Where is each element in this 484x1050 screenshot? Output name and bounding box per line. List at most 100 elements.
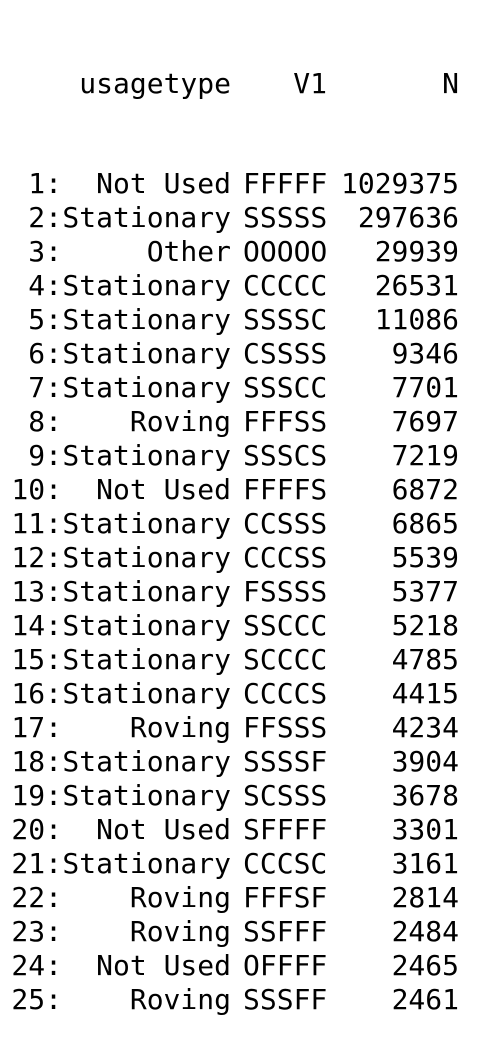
table-row: 20: Not Used SFFFF 3301 — [0, 813, 484, 847]
row-index: 24: — [11, 949, 62, 982]
row-index: 22: — [11, 881, 62, 914]
n-cell: 7697 — [391, 405, 459, 438]
v1-cell: SSSSS — [243, 201, 328, 234]
usagetype-cell: Stationary — [62, 371, 231, 404]
usagetype-cell: Stationary — [62, 269, 231, 302]
v1-cell: FFFFF — [243, 167, 328, 200]
v1-cell: OFFFF — [243, 949, 328, 982]
usagetype-cell: Not Used — [96, 813, 231, 846]
v1-cell: OOOOO — [243, 235, 328, 268]
column-header-v1: V1 — [293, 67, 327, 100]
v1-cell: CCCSC — [243, 847, 328, 880]
table-row: 21: Stationary CCCSC 3161 — [0, 847, 484, 881]
n-cell: 5539 — [391, 541, 459, 574]
v1-cell: SSSSF — [243, 745, 328, 778]
table-row: 23: Roving SSFFF 2484 — [0, 915, 484, 949]
console-output: usagetype V1 N 1: Not Used FFFFF 1029375 2: S… — [0, 0, 484, 1016]
table-row: 3: Other OOOOO 29939 — [0, 235, 484, 269]
n-cell: 29939 — [374, 235, 459, 268]
n-cell: 9346 — [391, 337, 459, 370]
row-index: 17: — [11, 711, 62, 744]
row-index: 21: — [11, 847, 62, 880]
usagetype-cell: Stationary — [62, 779, 231, 812]
v1-cell: SSSSC — [243, 303, 328, 336]
usagetype-cell: Stationary — [62, 575, 231, 608]
v1-cell: SSSCC — [243, 371, 328, 404]
usagetype-cell: Stationary — [62, 609, 231, 642]
usagetype-cell: Stationary — [62, 541, 231, 574]
usagetype-cell: Stationary — [62, 507, 231, 540]
usagetype-cell: Stationary — [62, 643, 231, 676]
v1-cell: CCCCS — [243, 677, 328, 710]
usagetype-cell: Stationary — [62, 847, 231, 880]
row-index: 20: — [11, 813, 62, 846]
row-index: 5: — [28, 303, 62, 336]
v1-cell: FSSSS — [243, 575, 328, 608]
usagetype-cell: Stationary — [62, 303, 231, 336]
n-cell: 5218 — [391, 609, 459, 642]
usagetype-cell: Roving — [129, 915, 231, 948]
row-index: 18: — [11, 745, 62, 778]
n-cell: 4785 — [391, 643, 459, 676]
n-cell: 4415 — [391, 677, 459, 710]
table-row: 5: Stationary SSSSC 11086 — [0, 303, 484, 337]
table-row: 13: Stationary FSSSS 5377 — [0, 575, 484, 609]
v1-cell: SCSSS — [243, 779, 328, 812]
row-index: 19: — [11, 779, 62, 812]
usagetype-cell: Not Used — [96, 167, 231, 200]
usagetype-cell: Not Used — [96, 473, 231, 506]
n-cell: 6872 — [391, 473, 459, 506]
v1-cell: CSSSS — [243, 337, 328, 370]
n-cell: 7701 — [391, 371, 459, 404]
usagetype-cell: Roving — [129, 983, 231, 1016]
table-row: 22: Roving FFFSF 2814 — [0, 881, 484, 915]
table-row: 12: Stationary CCCSS 5539 — [0, 541, 484, 575]
table-row: 17: Roving FFSSS 4234 — [0, 711, 484, 745]
row-index: 1: — [28, 167, 62, 200]
row-index: 7: — [28, 371, 62, 404]
v1-cell: SFFFF — [243, 813, 328, 846]
v1-cell: FFFFS — [243, 473, 328, 506]
table-row: 16: Stationary CCCCS 4415 — [0, 677, 484, 711]
table-row: 25: Roving SSSFF 2461 — [0, 983, 484, 1017]
row-index: 8: — [28, 405, 62, 438]
table-row: 7: Stationary SSSCC 7701 — [0, 371, 484, 405]
table-body: 1: Not Used FFFFF 1029375 2: Stationary SSSSS 2… — [0, 167, 484, 1017]
n-cell: 3678 — [391, 779, 459, 812]
row-index: 25: — [11, 983, 62, 1016]
v1-cell: SSSFF — [243, 983, 328, 1016]
table-row: 6: Stationary CSSSS 9346 — [0, 337, 484, 371]
row-index: 6: — [28, 337, 62, 370]
table-header: usagetype V1 N — [0, 67, 484, 101]
v1-cell: CCSSS — [243, 507, 328, 540]
v1-cell: FFFSF — [243, 881, 328, 914]
v1-cell: SSCCC — [243, 609, 328, 642]
n-cell: 2465 — [391, 949, 459, 982]
table-row: 10: Not Used FFFFS 6872 — [0, 473, 484, 507]
row-index: 3: — [28, 235, 62, 268]
table-row: 18: Stationary SSSSF 3904 — [0, 745, 484, 779]
row-index: 4: — [28, 269, 62, 302]
usagetype-cell: Stationary — [62, 439, 231, 472]
row-index: 12: — [11, 541, 62, 574]
n-cell: 3301 — [391, 813, 459, 846]
column-header-n: N — [442, 67, 459, 100]
n-cell: 4234 — [391, 711, 459, 744]
n-cell: 1029375 — [340, 167, 459, 200]
n-cell: 11086 — [374, 303, 459, 336]
usagetype-cell: Stationary — [62, 745, 231, 778]
n-cell: 26531 — [374, 269, 459, 302]
table-row: 4: Stationary CCCCC 26531 — [0, 269, 484, 303]
table-row: 1: Not Used FFFFF 1029375 — [0, 167, 484, 201]
row-index: 14: — [11, 609, 62, 642]
n-cell: 5377 — [391, 575, 459, 608]
v1-cell: SCCCC — [243, 643, 328, 676]
n-cell: 3161 — [391, 847, 459, 880]
n-cell: 2814 — [391, 881, 459, 914]
n-cell: 7219 — [391, 439, 459, 472]
v1-cell: FFSSS — [243, 711, 328, 744]
usagetype-cell: Roving — [129, 711, 231, 744]
v1-cell: CCCCC — [243, 269, 328, 302]
row-index: 10: — [11, 473, 62, 506]
row-index: 13: — [11, 575, 62, 608]
